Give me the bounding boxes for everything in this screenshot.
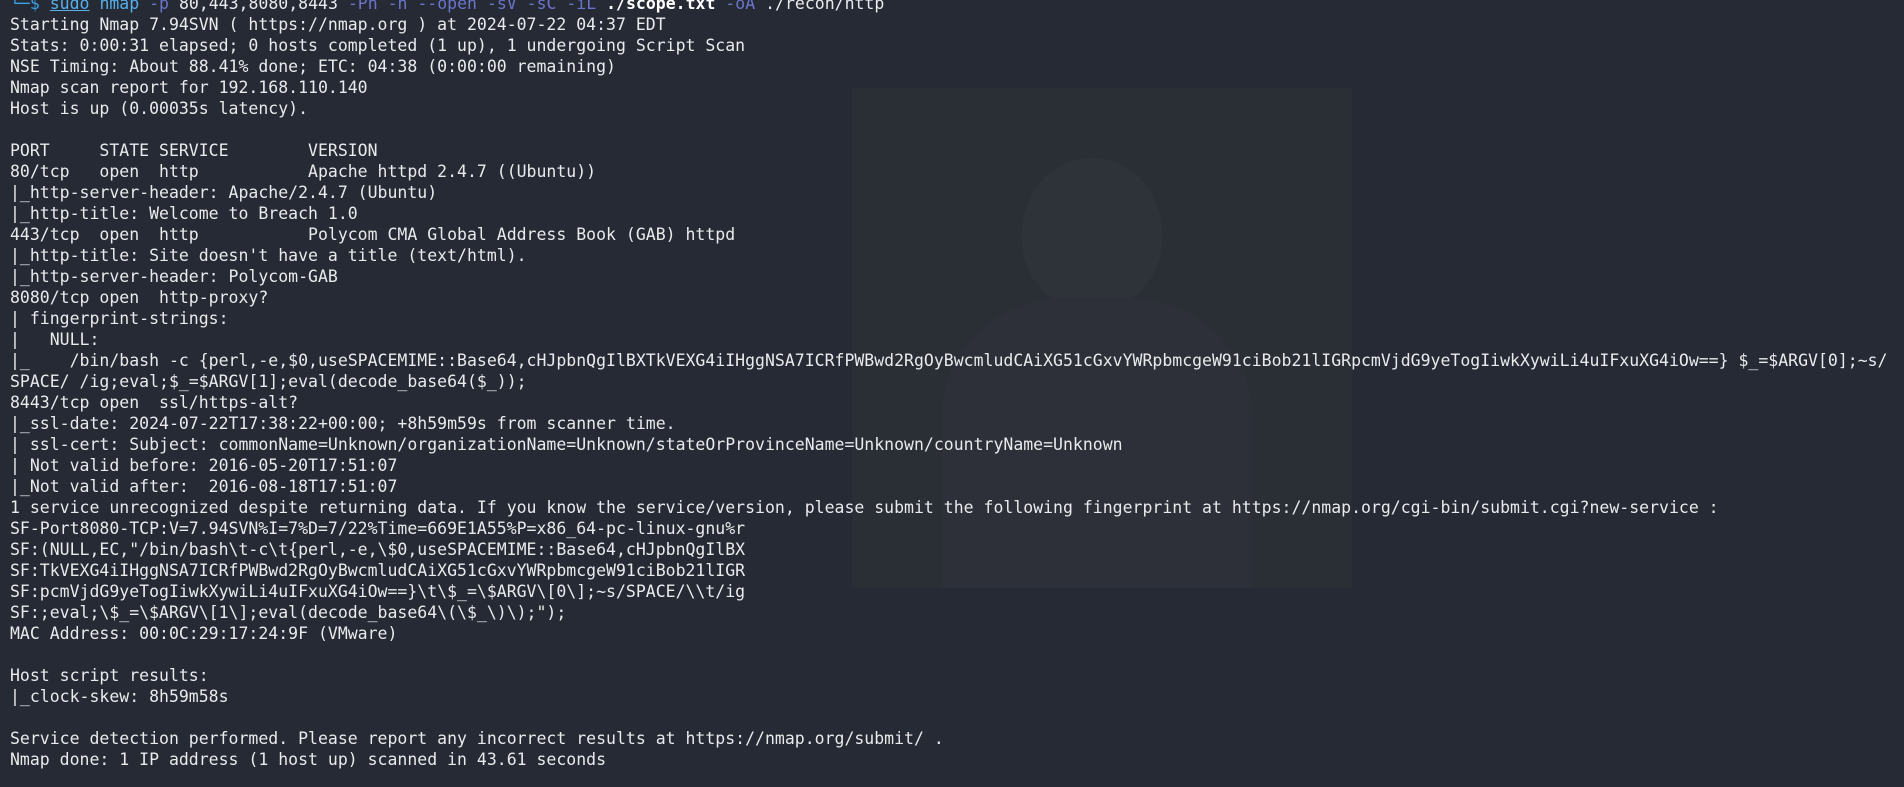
terminal-output: └─$ sudo nmap -p 80,443,8080,8443 -Pn -n… (10, 0, 1900, 770)
output-line: SPACE/ /ig;eval;$_=$ARGV[1];eval(decode_… (10, 372, 527, 391)
prompt-symbol: └─$ (10, 0, 40, 13)
output-line: 443/tcp open http Polycom CMA Global Add… (10, 225, 736, 244)
output-line: Host script results: (10, 666, 209, 685)
output-line: SF-Port8080-TCP:V=7.94SVN%I=7%D=7/22%Tim… (10, 519, 746, 538)
output-line: |_clock-skew: 8h59m58s (10, 687, 229, 706)
output-line: 80/tcp open http Apache httpd 2.4.7 ((Ub… (10, 162, 597, 181)
output-line: |_http-server-header: Apache/2.4.7 (Ubun… (10, 183, 438, 202)
output-line: SF:TkVEXG4iIHggNSA7ICRfPWBwd2RgOyBwcmlud… (10, 561, 746, 580)
output-line: Nmap scan report for 192.168.110.140 (10, 78, 368, 97)
output-line: |_http-server-header: Polycom-GAB (10, 267, 338, 286)
command-flags: -Pn -n --open -sV -sC -iL (347, 0, 597, 13)
output-line: Service detection performed. Please repo… (10, 729, 944, 748)
output-line: Host is up (0.00035s latency). (10, 99, 309, 118)
output-line: |_http-title: Site doesn't have a title … (10, 246, 527, 265)
output-line: | fingerprint-strings: (10, 309, 229, 328)
output-line: |_http-title: Welcome to Breach 1.0 (10, 204, 358, 223)
output-line: 8080/tcp open http-proxy? (10, 288, 269, 307)
command-flag-oa: -oA (725, 0, 756, 13)
output-line: Stats: 0:00:31 elapsed; 0 hosts complete… (10, 36, 746, 55)
output-line: SF:(NULL,EC,"/bin/bash\t-c\t{perl,-e,\$0… (10, 540, 746, 559)
output-line: PORT STATE SERVICE VERSION (10, 141, 378, 160)
output-line: Nmap done: 1 IP address (1 host up) scan… (10, 750, 607, 769)
command-sudo: sudo (49, 0, 90, 13)
command-output-path: ./recon/http (765, 0, 885, 13)
output-line: Starting Nmap 7.94SVN ( https://nmap.org… (10, 15, 666, 34)
command-input-file: ./scope.txt (606, 0, 716, 13)
output-line: | ssl-cert: Subject: commonName=Unknown/… (10, 435, 1123, 454)
output-line: MAC Address: 00:0C:29:17:24:9F (VMware) (10, 624, 398, 643)
command-flag-p: -p (149, 0, 169, 13)
command-line: └─$ sudo nmap -p 80,443,8080,8443 -Pn -n… (10, 0, 1900, 14)
output-line: | NULL: (10, 330, 100, 349)
output-line: SF:;eval;\$_=\$ARGV\[1\];eval(decode_bas… (10, 603, 567, 622)
output-line: NSE Timing: About 88.41% done; ETC: 04:3… (10, 57, 616, 76)
terminal-window[interactable]: └─$ sudo nmap -p 80,443,8080,8443 -Pn -n… (0, 0, 1904, 787)
command-ports: 80,443,8080,8443 (178, 0, 338, 13)
output-line: 8443/tcp open ssl/https-alt? (10, 393, 299, 412)
output-line: | Not valid before: 2016-05-20T17:51:07 (10, 456, 398, 475)
command-nmap: nmap (99, 0, 140, 13)
output-line: |_Not valid after: 2016-08-18T17:51:07 (10, 477, 398, 496)
output-line: 1 service unrecognized despite returning… (10, 498, 1719, 517)
output-line: |_ /bin/bash -c {perl,-e,$0,useSPACEMIME… (10, 351, 1888, 370)
output-line: |_ssl-date: 2024-07-22T17:38:22+00:00; +… (10, 414, 676, 433)
output-line: SF:pcmVjdG9yeTogIiwkXywiLi4uIFxuXG4iOw==… (10, 582, 746, 601)
